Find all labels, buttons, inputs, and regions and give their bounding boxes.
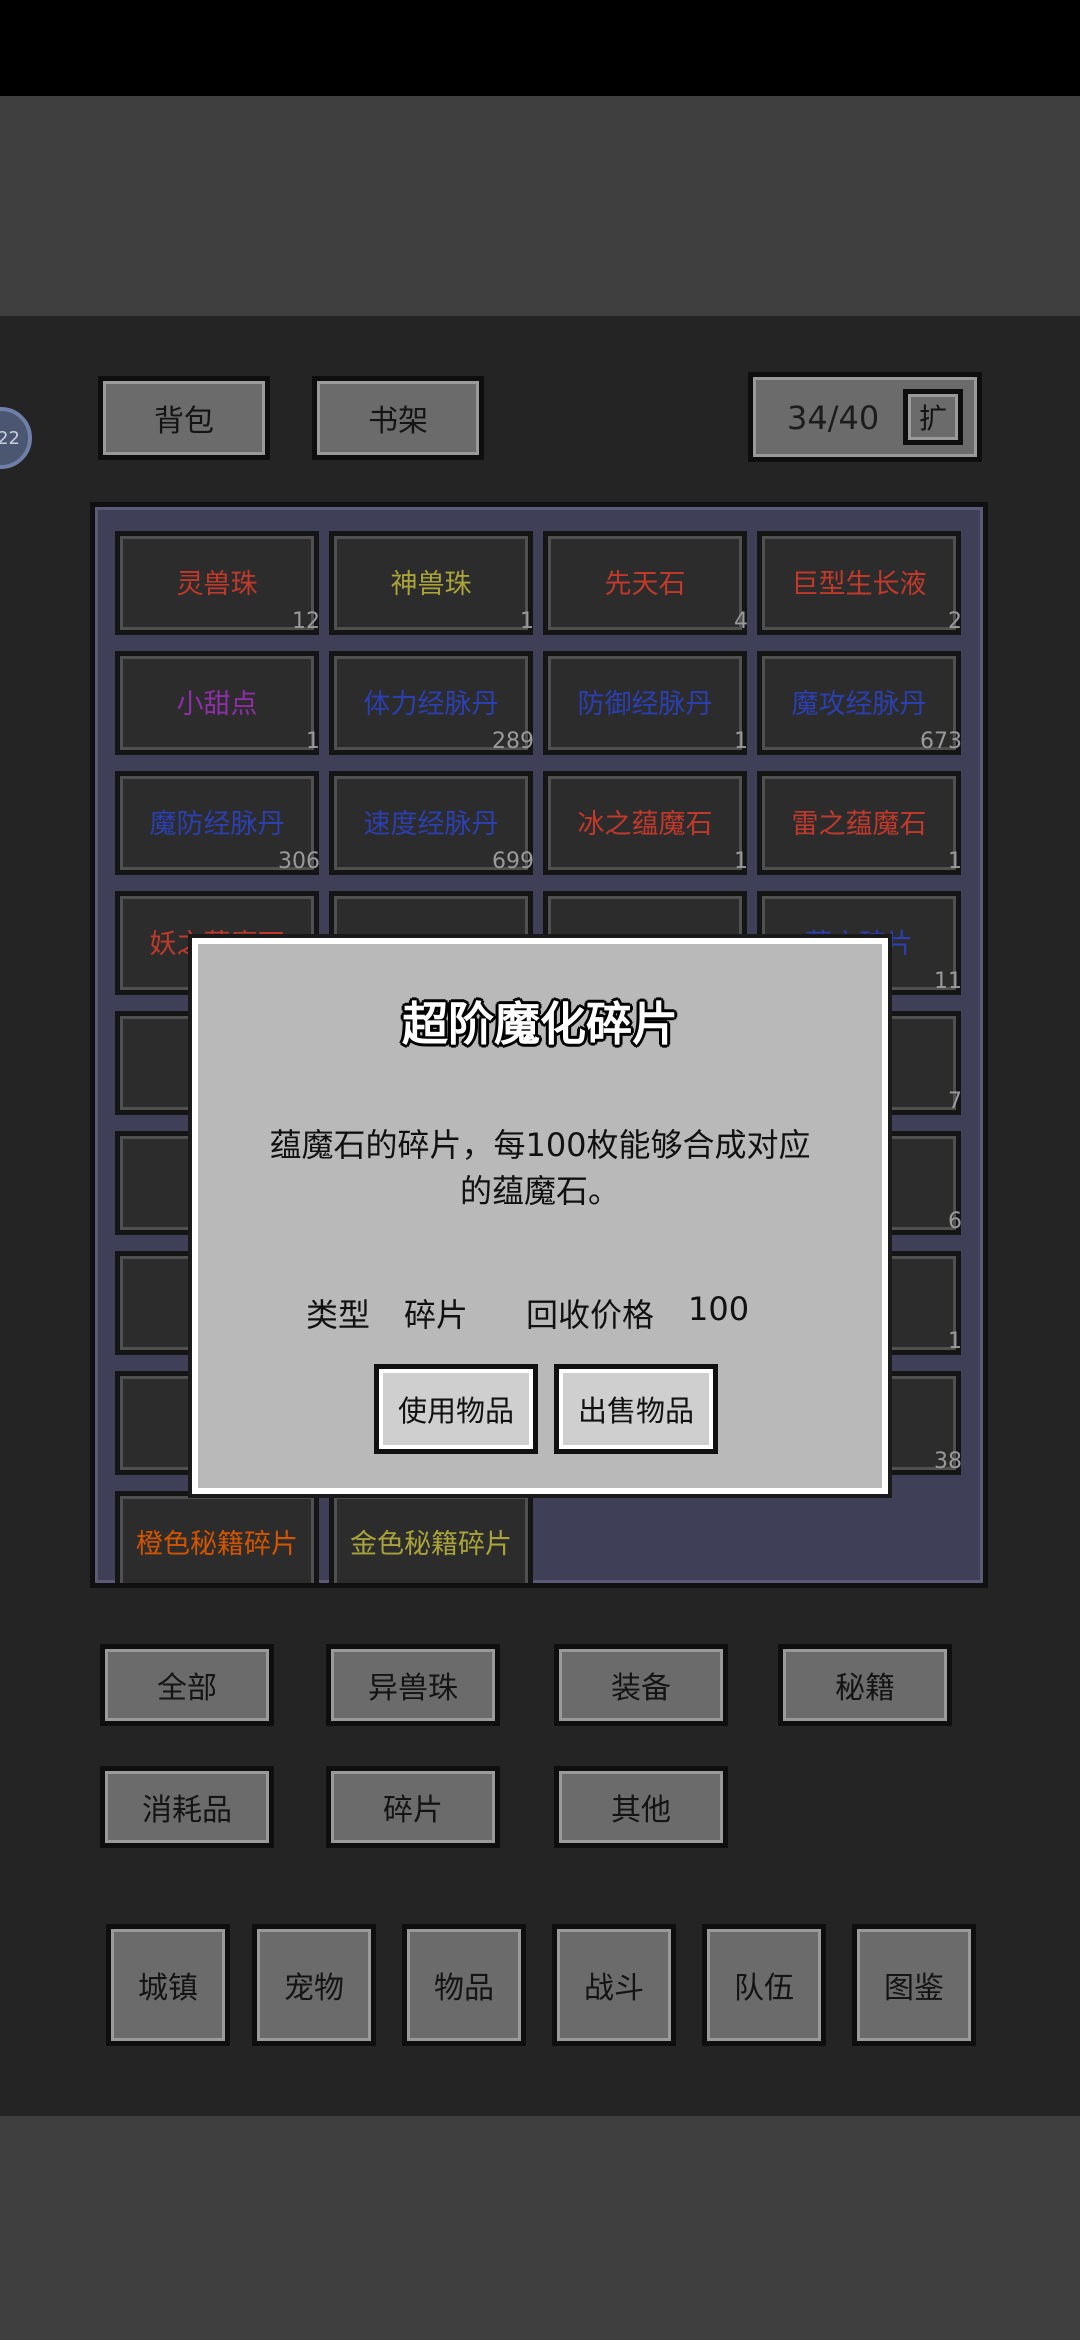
- item-slot-name: 冰之蕴魔石: [577, 809, 713, 840]
- expand-button[interactable]: 扩: [903, 389, 963, 445]
- filter-equipment-label: 装备: [611, 1671, 671, 1706]
- item-slot[interactable]: 先天石 4: [543, 531, 748, 635]
- nav-codex-label: 图鉴: [884, 1971, 944, 2006]
- top-band: [0, 96, 1080, 316]
- filter-equipment[interactable]: 装备: [554, 1644, 728, 1726]
- item-slot-name: 巨型生长液: [791, 569, 927, 600]
- item-title: 超阶魔化碎片: [402, 997, 678, 1051]
- item-description: 蕴魔石的碎片，每100枚能够合成对应的蕴魔石。: [269, 1126, 811, 1210]
- use-item-label: 使用物品: [397, 1394, 514, 1428]
- filter-beast-orb-label: 异兽珠: [368, 1671, 458, 1706]
- item-slot-count: 673: [920, 729, 962, 754]
- bag-count: 34/40: [787, 399, 880, 437]
- filter-fragment[interactable]: 碎片: [326, 1766, 500, 1848]
- item-slot-name: 雷之蕴魔石: [791, 809, 927, 840]
- filter-all[interactable]: 全部: [100, 1644, 274, 1726]
- nav-items-label: 物品: [434, 1971, 494, 2006]
- nav-town[interactable]: 城镇: [106, 1924, 230, 2046]
- tab-bookshelf[interactable]: 书架: [312, 376, 484, 460]
- item-slot[interactable]: 防御经脉丹 1: [543, 651, 748, 755]
- filter-beast-orb[interactable]: 异兽珠: [326, 1644, 500, 1726]
- nav-pet-label: 宠物: [284, 1971, 344, 2006]
- nav-codex[interactable]: 图鉴: [852, 1924, 976, 2046]
- bag-capacity: 34/40 扩: [748, 372, 982, 462]
- nav-items[interactable]: 物品: [402, 1924, 526, 2046]
- filter-manual-label: 秘籍: [835, 1671, 895, 1706]
- filter-other[interactable]: 其他: [554, 1766, 728, 1848]
- item-slot-name: 速度经脉丹: [363, 809, 499, 840]
- item-slot-count: 11: [934, 969, 962, 994]
- item-price-value: 100: [688, 1290, 750, 1328]
- item-slot-count: 1: [948, 849, 962, 874]
- item-slot[interactable]: 魔防经脉丹 306: [115, 771, 320, 875]
- expand-label: 扩: [918, 402, 947, 435]
- item-slot-count: 699: [492, 849, 534, 874]
- nav-battle-label: 战斗: [584, 1971, 644, 2006]
- tab-bookshelf-label: 书架: [368, 404, 428, 439]
- item-slot[interactable]: 灵兽珠 12: [115, 531, 320, 635]
- item-slot-name: 体力经脉丹: [363, 689, 499, 720]
- item-slot-count: 289: [492, 729, 534, 754]
- item-slot[interactable]: 巨型生长液 2: [757, 531, 962, 635]
- filter-other-label: 其他: [611, 1793, 671, 1828]
- sell-item-button[interactable]: 出售物品: [554, 1364, 718, 1454]
- item-slot-count: 1: [306, 729, 320, 754]
- use-item-button[interactable]: 使用物品: [374, 1364, 538, 1454]
- item-slot[interactable]: 速度经脉丹 699: [329, 771, 534, 875]
- item-slot-name: 灵兽珠: [176, 569, 258, 600]
- item-slot[interactable]: 魔攻经脉丹 673: [757, 651, 962, 755]
- item-slot-name: 神兽珠: [390, 569, 472, 600]
- item-slot-count: 4: [734, 609, 748, 634]
- item-slot[interactable]: 雷之蕴魔石 1: [757, 771, 962, 875]
- item-slot-count: 7: [948, 1089, 962, 1114]
- item-slot[interactable]: 冰之蕴魔石 1: [543, 771, 748, 875]
- item-slot-name: 先天石: [604, 569, 686, 600]
- item-slot-name: 金色秘籍碎片: [350, 1529, 512, 1560]
- item-slot-name: 魔攻经脉丹: [791, 689, 927, 720]
- item-slot-name: 防御经脉丹: [577, 689, 713, 720]
- item-slot-count: 1: [734, 849, 748, 874]
- item-slot[interactable]: 体力经脉丹 289: [329, 651, 534, 755]
- item-slot-count: 1: [948, 1329, 962, 1354]
- filter-fragment-label: 碎片: [383, 1793, 443, 1828]
- item-slot-count: 38: [934, 1449, 962, 1474]
- item-slot-count: 1: [520, 609, 534, 634]
- nav-team[interactable]: 队伍: [702, 1924, 826, 2046]
- item-slot-name: 小甜点: [176, 689, 258, 720]
- filter-all-label: 全部: [157, 1671, 217, 1706]
- item-slot-name: 魔防经脉丹: [149, 809, 285, 840]
- filter-consumable[interactable]: 消耗品: [100, 1766, 274, 1848]
- item-type-label: 类型: [306, 1296, 371, 1334]
- sell-item-label: 出售物品: [577, 1394, 694, 1428]
- nav-pet[interactable]: 宠物: [252, 1924, 376, 2046]
- avatar-level: 22: [0, 427, 20, 449]
- nav-town-label: 城镇: [138, 1971, 198, 2006]
- item-slot[interactable]: 小甜点 1: [115, 651, 320, 755]
- status-bar: [0, 0, 1080, 96]
- item-slot-count: 12: [292, 609, 320, 634]
- item-price-label: 回收价格: [526, 1296, 655, 1334]
- nav-team-label: 队伍: [734, 1971, 794, 2006]
- item-detail-dialog: 超阶魔化碎片 蕴魔石的碎片，每100枚能够合成对应的蕴魔石。 类型 碎片 回收价…: [188, 934, 892, 1498]
- tab-bag-label: 背包: [154, 404, 214, 439]
- item-slot[interactable]: 金色秘籍碎片: [329, 1491, 533, 1583]
- item-slot-count: 306: [278, 849, 320, 874]
- item-type-value: 碎片: [404, 1296, 469, 1334]
- bottom-band: [0, 2116, 1080, 2340]
- item-slot-name: 橙色秘籍碎片: [136, 1529, 298, 1560]
- item-slot-count: 2: [948, 609, 962, 634]
- filter-manual[interactable]: 秘籍: [778, 1644, 952, 1726]
- item-slot[interactable]: 橙色秘籍碎片: [115, 1491, 319, 1583]
- item-slot-count: 1: [734, 729, 748, 754]
- filter-consumable-label: 消耗品: [142, 1793, 232, 1828]
- tab-bag[interactable]: 背包: [98, 376, 270, 460]
- nav-battle[interactable]: 战斗: [552, 1924, 676, 2046]
- item-slot-count: 6: [948, 1209, 962, 1234]
- item-slot[interactable]: 神兽珠 1: [329, 531, 534, 635]
